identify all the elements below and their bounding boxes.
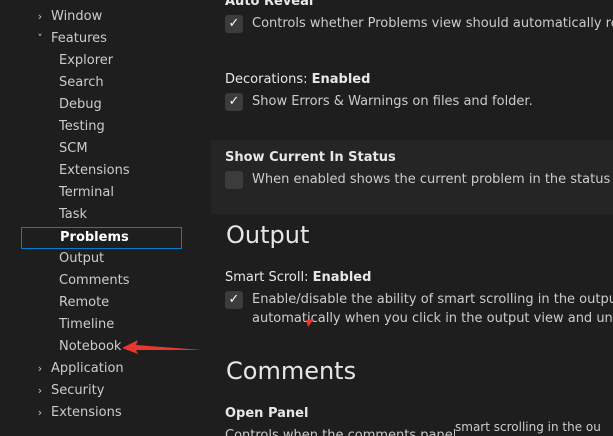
show-current-checkbox[interactable] — [225, 171, 243, 189]
sidebar-item-label: Extensions — [51, 405, 122, 420]
setting-description: Enable/disable the ability of smart scro… — [252, 292, 613, 307]
sidebar-item-label: Explorer — [59, 53, 114, 68]
sidebar-item-label: Notebook — [59, 339, 122, 354]
sidebar-item-problems[interactable]: Problems — [21, 227, 182, 249]
setting-auto-reveal: Auto Reveal ✓ Controls whether Problems … — [211, 0, 613, 60]
sidebar-item-label: Problems — [60, 230, 129, 245]
setting-decorations: Decorations: Enabled ✓ Show Errors & War… — [211, 64, 613, 134]
sidebar-item-remote[interactable]: Remote — [21, 292, 179, 314]
sidebar-item-label: Window — [51, 9, 103, 24]
smart-scroll-checkbox[interactable]: ✓ — [225, 291, 243, 309]
sidebar-item-window[interactable]: › Window — [0, 6, 211, 28]
setting-show-current-in-status: Show Current In Status When enabled show… — [211, 140, 613, 214]
chevron-right-icon: › — [37, 406, 43, 419]
sidebar-item-features[interactable]: ˅ Features — [0, 28, 211, 50]
setting-description: Show Errors & Warnings on files and fold… — [252, 94, 533, 109]
sidebar-item-label: Task — [59, 207, 88, 222]
settings-tree: › Window ˅ Features Explorer Search Debug Testi… — [0, 0, 211, 436]
settings-content: Auto Reveal ✓ Controls whether Problems … — [211, 0, 613, 436]
chevron-down-icon: ˅ — [37, 32, 43, 45]
chevron-right-icon: › — [37, 384, 43, 397]
section-title-output: Output — [226, 221, 310, 249]
setting-title: Show Current In Status — [225, 150, 396, 165]
auto-reveal-checkbox[interactable]: ✓ — [225, 15, 243, 33]
sidebar-item-label: Output — [59, 251, 105, 266]
sidebar-item-label: Remote — [59, 295, 110, 310]
sidebar-item-label: Comments — [59, 273, 130, 288]
sidebar-item-output[interactable]: Output — [21, 248, 179, 270]
sidebar-item-debug[interactable]: Debug — [21, 94, 179, 116]
sidebar-item-label: Extensions — [59, 163, 130, 178]
sidebar-item-comments[interactable]: Comments — [21, 270, 179, 292]
setting-title: Decorations: Enabled — [225, 72, 371, 87]
setting-title: Open Panel — [225, 406, 309, 421]
sidebar-item-label: Testing — [59, 119, 105, 134]
section-title-comments: Comments — [226, 357, 357, 385]
chevron-right-icon: › — [37, 10, 43, 23]
hover-tooltip: smart scrolling in the ou — [455, 418, 601, 436]
setting-smart-scroll: Smart Scroll: Enabled ✓ Enable/disable t… — [211, 262, 613, 332]
sidebar-item-testing[interactable]: Testing — [21, 116, 179, 138]
red-annotation-arrow-icon — [122, 340, 202, 354]
setting-title: Auto Reveal — [225, 0, 314, 9]
setting-title: Smart Scroll: Enabled — [225, 270, 372, 285]
sidebar-item-terminal[interactable]: Terminal — [21, 182, 179, 204]
sidebar-item-label: Timeline — [59, 317, 115, 332]
sidebar-item-label: Search — [59, 75, 104, 90]
sidebar-item-application[interactable]: › Application — [0, 358, 211, 380]
sidebar-item-security[interactable]: › Security — [0, 380, 211, 402]
setting-description: Controls whether Problems view should au… — [252, 16, 613, 31]
sidebar-item-label: Features — [51, 31, 107, 46]
red-annotation-mark-icon — [306, 319, 314, 327]
sidebar-item-extensions[interactable]: Extensions — [21, 160, 179, 182]
sidebar-item-label: Debug — [59, 97, 102, 112]
decorations-checkbox[interactable]: ✓ — [225, 93, 243, 111]
sidebar-item-label: Application — [51, 361, 124, 376]
sidebar-item-extensions[interactable]: › Extensions — [0, 402, 211, 424]
sidebar-item-label: SCM — [59, 141, 88, 156]
setting-description: When enabled shows the current problem i… — [252, 172, 613, 187]
sidebar-item-label: Security — [51, 383, 105, 398]
sidebar-item-label: Terminal — [59, 185, 114, 200]
sidebar-item-scm[interactable]: SCM — [21, 138, 179, 160]
sidebar-item-task[interactable]: Task — [21, 204, 179, 226]
chevron-right-icon: › — [37, 362, 43, 375]
sidebar-item-timeline[interactable]: Timeline — [21, 314, 179, 336]
sidebar-item-search[interactable]: Search — [21, 72, 179, 94]
sidebar-item-explorer[interactable]: Explorer — [21, 50, 179, 72]
